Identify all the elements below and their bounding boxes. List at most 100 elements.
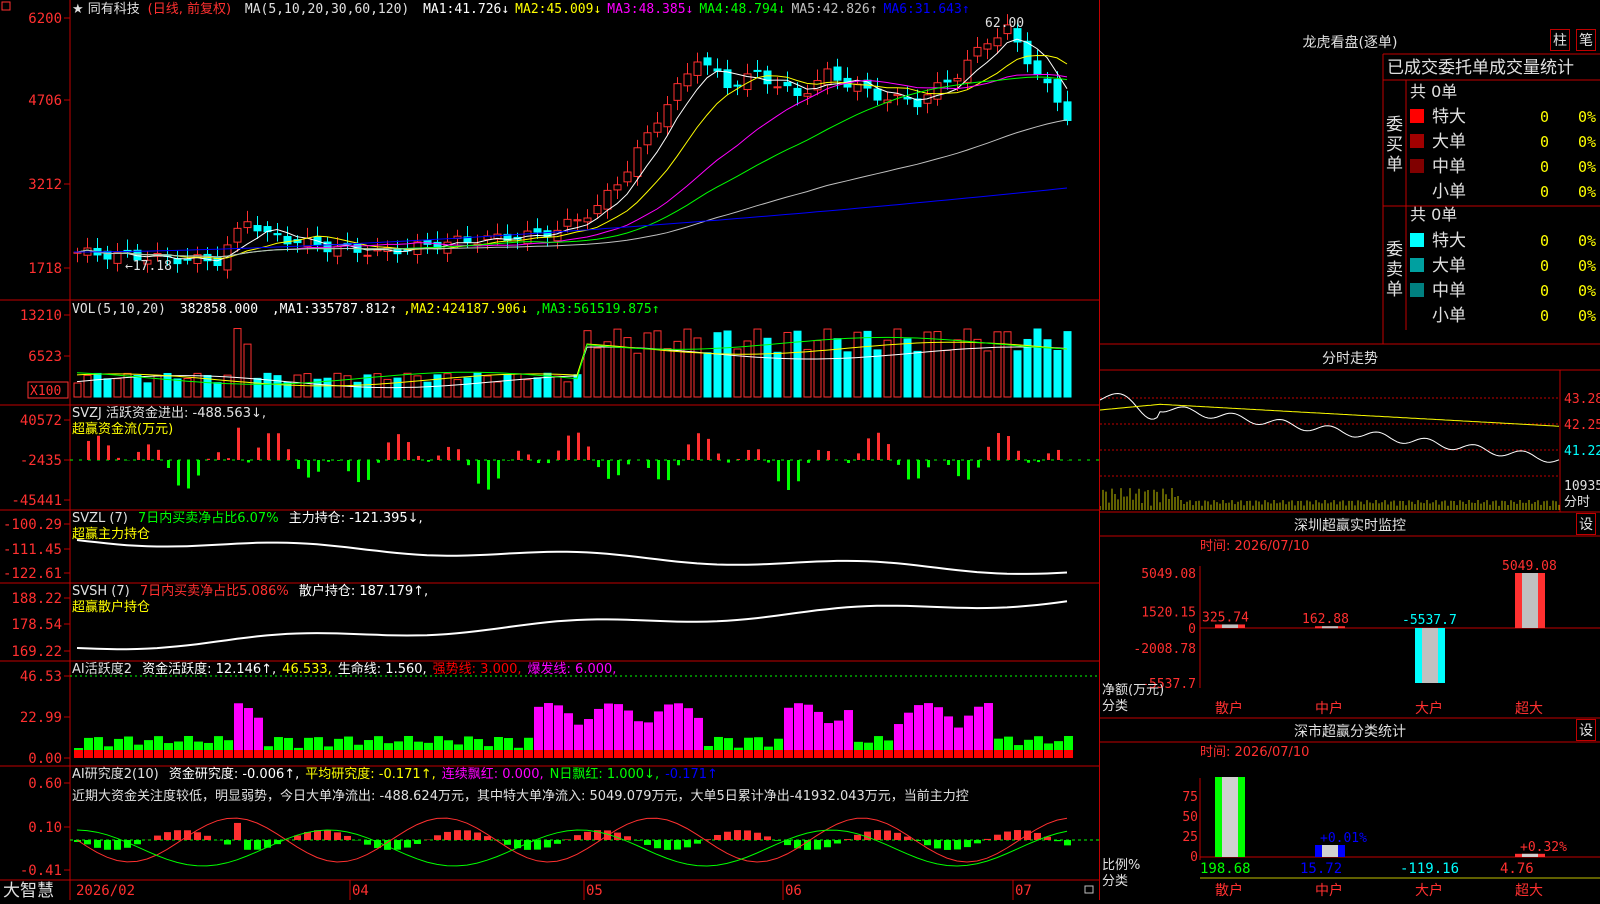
- svzj-bar: [967, 460, 970, 480]
- candle: [984, 44, 991, 49]
- ai2-base-bar: [1064, 750, 1073, 758]
- svzj-bar: [737, 459, 740, 460]
- ai2-base-bar: [244, 750, 253, 758]
- kline-chart[interactable]: 6200 4706 3212 1718 13210 6523 40572 -24…: [0, 0, 1100, 900]
- ai2-base-bar: [124, 750, 133, 758]
- sz-monitor-ylabel: 净额(万元): [1102, 683, 1164, 698]
- svzj-bar: [617, 460, 620, 475]
- volume-bar: [514, 374, 521, 397]
- candle: [1064, 102, 1071, 121]
- volume-bar: [1064, 332, 1071, 397]
- svzj-bar: [287, 449, 290, 460]
- svzj-bar: [147, 444, 150, 460]
- ai2-base-bar: [964, 750, 973, 758]
- lhb-swatch: [1410, 258, 1424, 272]
- vol-header: VOL(5,10,20) 382858.000 ,MA1:335787.812↑…: [72, 302, 660, 317]
- volume-bar: [724, 331, 731, 397]
- air-bar: [774, 840, 781, 841]
- volume-bar: [404, 373, 411, 397]
- ai2-base-bar: [224, 750, 233, 758]
- price-tick-1: 6200: [28, 11, 62, 27]
- buy-side-label-1: 委: [1386, 115, 1403, 135]
- svzj-bar: [647, 460, 650, 468]
- svzj-bar: [977, 460, 980, 468]
- air-bar: [874, 830, 881, 840]
- volume-bar: [874, 350, 881, 397]
- bar-view-button[interactable]: 柱: [1550, 29, 1570, 51]
- ai2-base-bar: [664, 750, 673, 758]
- vol-tick-1: 13210: [20, 308, 62, 324]
- sz-class-time: 时间: 2026/07/10: [1200, 745, 1309, 760]
- ai2-base-bar: [184, 750, 193, 758]
- volume-bar: [924, 332, 931, 397]
- volume-bar: [864, 331, 871, 397]
- air-bar: [394, 840, 401, 850]
- svzj-bar: [117, 458, 120, 460]
- ai2-base-bar: [634, 750, 643, 758]
- candle: [874, 89, 881, 100]
- chart-area[interactable]: 6200 4706 3212 1718 13210 6523 40572 -24…: [0, 0, 1100, 900]
- lock-icon[interactable]: [1085, 886, 1093, 893]
- air-bar: [194, 832, 201, 840]
- svzj-bar: [297, 460, 300, 469]
- sz-monitor-ytick: -2008.78: [1133, 642, 1196, 657]
- ai2-base-bar: [194, 750, 203, 758]
- svzj-bar: [277, 433, 280, 460]
- volume-bar: [214, 383, 221, 397]
- sz-class-settings-button[interactable]: 设: [1576, 719, 1596, 741]
- volume-bar: [604, 342, 611, 397]
- air-bar: [134, 840, 141, 844]
- candle: [624, 172, 631, 182]
- air-bar: [404, 840, 411, 848]
- sz-monitor-category: 大户: [1415, 700, 1443, 717]
- x-label-4: 06: [785, 883, 802, 899]
- air-bar: [164, 832, 171, 840]
- side-panel: 龙虎看盘(逐单) 已成交委托单成交量统计 共 0单 共 0单 委 买 单 委 卖…: [1100, 0, 1600, 900]
- svzl-tick-2: -111.45: [3, 542, 62, 558]
- volume-bar: [264, 373, 271, 397]
- air-bar: [984, 839, 991, 840]
- ai2-base-bar: [864, 750, 873, 758]
- tick-view-button[interactable]: 笔: [1576, 29, 1596, 51]
- svzl-ratio: 7日内买卖净占比6.07%: [138, 510, 279, 526]
- sz-class-chart: 7550250198.68散户+0.01%15.72中户-119.16大户+0.…: [1182, 777, 1600, 899]
- sz-monitor-bar-shine: [1422, 628, 1438, 683]
- sz-monitor-settings-button[interactable]: 设: [1576, 513, 1596, 535]
- svzj-bar: [987, 447, 990, 460]
- air-values: 资金研究度: -0.006↑,平均研究度: -0.171↑,连续飘红: 0.00…: [169, 766, 718, 782]
- ai2-base-bar: [264, 750, 273, 758]
- ai2-tick-2: 22.99: [20, 710, 62, 726]
- air-bar: [244, 840, 251, 850]
- svzj-bar: [597, 460, 600, 467]
- volume-bar: [654, 331, 661, 397]
- price-tick-4: 1718: [28, 261, 62, 277]
- svzj-bar: [257, 448, 260, 460]
- ai2-base-bar: [944, 750, 953, 758]
- volume-bar: [614, 329, 621, 397]
- buy-side-label-3: 单: [1386, 155, 1403, 175]
- volume-bar: [564, 382, 571, 397]
- candle: [284, 236, 291, 243]
- svzj-bar: [1027, 460, 1030, 463]
- volume-bar: [1054, 350, 1061, 397]
- ai2-bar: [794, 703, 803, 758]
- window-menu-icon[interactable]: [2, 2, 10, 10]
- ai2-bar: [674, 703, 683, 758]
- volume-bar: [414, 376, 421, 397]
- candle: [994, 38, 1001, 46]
- air-bar: [894, 833, 901, 840]
- candle: [1044, 79, 1051, 83]
- ai2-base-bar: [564, 750, 573, 758]
- svzj-bar: [907, 460, 910, 479]
- ai2-bar: [984, 703, 993, 758]
- volume-bar: [74, 383, 81, 397]
- svzj-bar: [227, 458, 230, 460]
- ai2-base-bar: [894, 750, 903, 758]
- ai2-base-bar: [714, 750, 723, 758]
- ai2-base-bar: [904, 750, 913, 758]
- candle: [364, 255, 371, 256]
- air-green-line: [77, 830, 1067, 866]
- volume-bar: [534, 378, 541, 397]
- ai2-base-bar: [394, 750, 403, 758]
- intraday-chart: [1100, 394, 1559, 511]
